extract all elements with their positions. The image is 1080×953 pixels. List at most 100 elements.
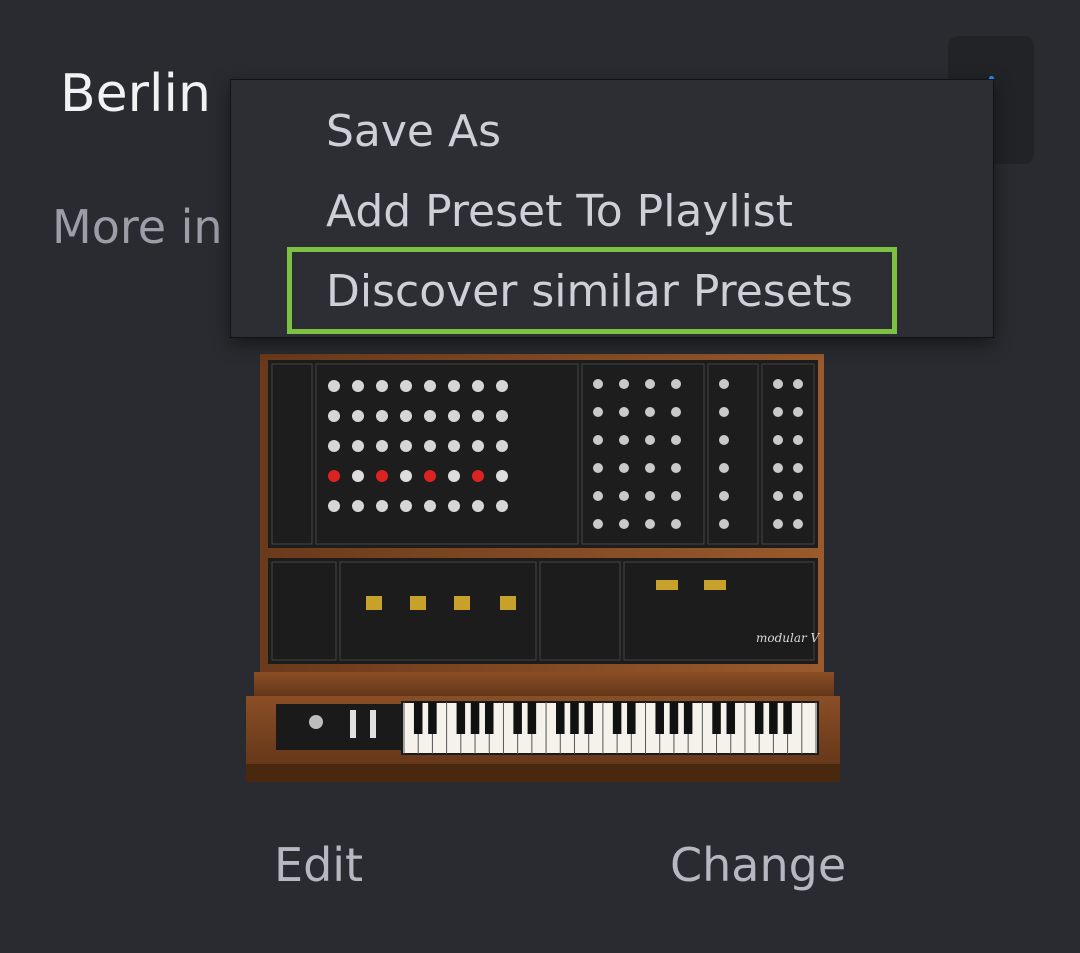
synth-knob <box>352 380 364 392</box>
synth-knob <box>793 463 803 473</box>
synth-knob <box>719 463 729 473</box>
synth-knob <box>328 500 340 512</box>
synth-knob <box>619 379 629 389</box>
instrument-image: modular V <box>246 354 840 782</box>
synth-knob <box>400 410 412 422</box>
black-key <box>769 702 778 734</box>
synth-knob <box>645 435 655 445</box>
black-key <box>783 702 792 734</box>
synth-knob <box>793 491 803 501</box>
synth-knob <box>376 440 388 452</box>
synth-knob <box>593 407 603 417</box>
synth-knob <box>328 380 340 392</box>
synth-knob <box>671 435 681 445</box>
synth-knob <box>352 500 364 512</box>
black-key <box>627 702 636 734</box>
menu-item-save-as[interactable]: Save As <box>326 102 501 162</box>
synth-knob <box>793 407 803 417</box>
change-button[interactable]: Change <box>670 838 846 892</box>
black-key <box>428 702 437 734</box>
synth-knob <box>376 500 388 512</box>
synth-knob <box>593 491 603 501</box>
menu-item-add-to-playlist[interactable]: Add Preset To Playlist <box>326 182 793 242</box>
synth-knob <box>773 519 783 529</box>
synth-knob <box>593 519 603 529</box>
synth-knob <box>593 435 603 445</box>
synth-knob <box>619 407 629 417</box>
synth-knob <box>400 470 412 482</box>
synth-knob <box>619 519 629 529</box>
synth-knob <box>719 491 729 501</box>
black-key <box>712 702 721 734</box>
synth-knob <box>773 491 783 501</box>
synth-knob <box>645 407 655 417</box>
synth-knob <box>645 519 655 529</box>
synth-knob <box>496 410 508 422</box>
synth-knob <box>472 380 484 392</box>
synth-knob <box>671 463 681 473</box>
synth-knob <box>424 440 436 452</box>
synth-knob <box>472 410 484 422</box>
black-key <box>612 702 622 734</box>
black-key <box>456 702 466 734</box>
synth-knob <box>773 463 783 473</box>
synth-knob <box>793 379 803 389</box>
synth-knob <box>424 410 436 422</box>
instrument-logo: modular V <box>756 631 821 645</box>
black-key <box>726 702 736 734</box>
synth-knob <box>448 380 460 392</box>
synth-knob <box>448 440 460 452</box>
synth-knob <box>376 410 388 422</box>
black-key <box>513 702 522 734</box>
synth-knob <box>424 500 436 512</box>
synth-knob <box>671 491 681 501</box>
black-key <box>556 702 565 734</box>
synth-knob <box>352 410 364 422</box>
black-key <box>584 702 593 734</box>
synth-knob <box>619 435 629 445</box>
synth-knob <box>593 379 603 389</box>
synth-knob <box>645 463 655 473</box>
synth-knob <box>472 440 484 452</box>
synth-knob <box>619 491 629 501</box>
synth-knob <box>424 380 436 392</box>
synth-knob <box>400 500 412 512</box>
synth-knob <box>793 519 803 529</box>
black-key <box>527 702 537 734</box>
synth-knob <box>448 500 460 512</box>
synth-knob <box>400 440 412 452</box>
synth-knob <box>671 519 681 529</box>
synth-knob <box>645 491 655 501</box>
black-key <box>754 702 764 734</box>
synth-knob <box>671 379 681 389</box>
highlight-box <box>287 247 897 334</box>
synth-knob <box>400 380 412 392</box>
synth-knob <box>773 435 783 445</box>
synth-knob <box>472 500 484 512</box>
edit-button[interactable]: Edit <box>274 838 363 892</box>
black-key <box>683 702 693 734</box>
synth-knob <box>773 379 783 389</box>
synth-knob <box>448 410 460 422</box>
black-key <box>413 702 423 734</box>
synth-knob <box>719 407 729 417</box>
synth-knob <box>328 440 340 452</box>
synth-knob <box>719 435 729 445</box>
synth-knob <box>593 463 603 473</box>
synth-knob <box>328 470 340 482</box>
synth-knob <box>719 519 729 529</box>
black-key <box>470 702 480 734</box>
synth-knob <box>496 500 508 512</box>
synth-knob <box>496 470 508 482</box>
synth-knob <box>448 470 460 482</box>
synth-knob <box>352 440 364 452</box>
black-key <box>669 702 679 734</box>
synth-knob <box>496 380 508 392</box>
synth-knob <box>671 407 681 417</box>
synth-knob <box>376 470 388 482</box>
synth-knob <box>424 470 436 482</box>
more-info-link[interactable]: More in <box>52 200 223 254</box>
black-key <box>570 702 579 734</box>
preset-title: Berlin <box>60 64 211 124</box>
synth-knob <box>496 440 508 452</box>
